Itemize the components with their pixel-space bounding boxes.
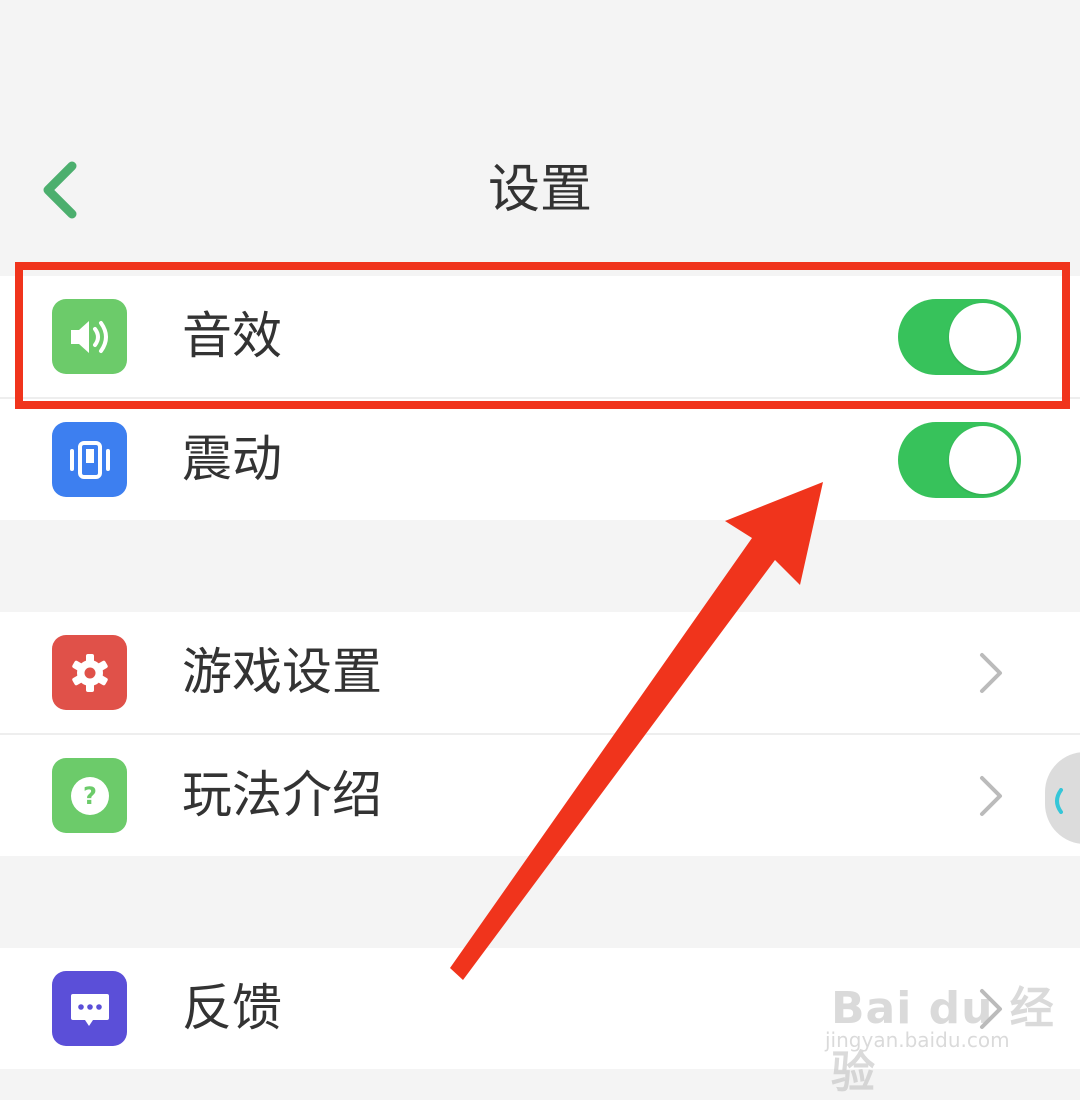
game-settings-group: 游戏设置 ? 玩法介绍	[0, 612, 1080, 856]
chevron-right-icon[interactable]	[972, 773, 1008, 819]
chat-icon	[52, 971, 127, 1046]
sound-effects-label: 音效	[182, 307, 282, 365]
feedback-label: 反馈	[182, 979, 282, 1037]
sound-effects-row[interactable]: 音效	[0, 276, 1080, 397]
svg-text:?: ?	[83, 782, 97, 810]
how-to-play-label: 玩法介绍	[182, 766, 382, 824]
toggle-knob	[949, 303, 1017, 371]
gear-icon	[52, 635, 127, 710]
feedback-group: 反馈	[0, 948, 1080, 1069]
game-settings-label: 游戏设置	[182, 643, 382, 701]
page-title: 设置	[487, 160, 592, 220]
game-settings-row[interactable]: 游戏设置	[0, 612, 1080, 733]
vibration-toggle[interactable]	[898, 422, 1021, 498]
speaker-icon	[52, 299, 127, 374]
feedback-row[interactable]: 反馈	[0, 948, 1080, 1069]
toggle-knob	[949, 426, 1017, 494]
sound-effects-toggle[interactable]	[898, 299, 1021, 375]
vibration-label: 震动	[182, 430, 282, 488]
header: 设置	[0, 0, 1080, 276]
chevron-right-icon[interactable]	[972, 650, 1008, 696]
vibration-row[interactable]: 震动	[0, 397, 1080, 520]
question-icon: ?	[52, 758, 127, 833]
vibrate-icon	[52, 422, 127, 497]
how-to-play-row[interactable]: ? 玩法介绍	[0, 733, 1080, 856]
bracket-icon	[1055, 788, 1063, 814]
chevron-right-icon[interactable]	[972, 986, 1008, 1032]
sound-settings-group: 音效 震动	[0, 276, 1080, 520]
